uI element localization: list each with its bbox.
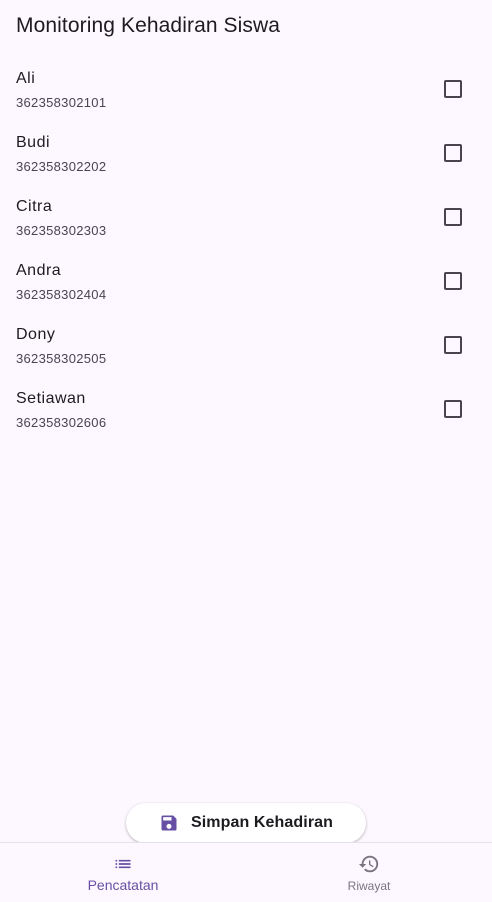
student-nim: 362358302404: [16, 287, 107, 302]
nav-item-riwayat[interactable]: Riwayat: [246, 843, 492, 902]
history-icon: [358, 853, 380, 875]
student-nim: 362358302101: [16, 95, 107, 110]
student-name: Andra: [16, 262, 62, 279]
student-name: Dony: [16, 326, 56, 343]
student-name: Budi: [16, 134, 51, 151]
nav-label: Pencatatan: [87, 877, 159, 893]
list-item[interactable]: Dony 362358302505: [0, 312, 492, 376]
list-item[interactable]: Andra 362358302404: [0, 248, 492, 312]
student-nim: 362358302303: [16, 223, 107, 238]
save-icon: [159, 813, 179, 833]
student-nim: 362358302606: [16, 415, 107, 430]
nav-label: Riwayat: [347, 879, 391, 893]
save-button-label: Simpan Kehadiran: [190, 814, 334, 831]
attendance-checkbox[interactable]: [444, 400, 462, 418]
bottom-navigation: Pencatatan Riwayat: [0, 842, 492, 902]
attendance-checkbox[interactable]: [444, 80, 462, 98]
list-item[interactable]: Citra 362358302303: [0, 184, 492, 248]
attendance-checkbox[interactable]: [444, 144, 462, 162]
student-nim: 362358302202: [16, 159, 107, 174]
nav-item-pencatatan[interactable]: Pencatatan: [0, 843, 246, 902]
list-item[interactable]: Setiawan 362358302606: [0, 376, 492, 440]
page-title: Monitoring Kehadiran Siswa: [16, 14, 281, 37]
attendance-checkbox[interactable]: [444, 336, 462, 354]
save-attendance-button[interactable]: Simpan Kehadiran: [126, 803, 366, 843]
student-nim: 362358302505: [16, 351, 107, 366]
list-icon: [112, 853, 134, 875]
student-list: Ali 362358302101 Budi 362358302202 Citra…: [0, 56, 492, 440]
attendance-checkbox[interactable]: [444, 208, 462, 226]
student-name: Citra: [16, 198, 53, 215]
student-name: Ali: [16, 70, 36, 87]
student-name: Setiawan: [16, 390, 86, 407]
list-item[interactable]: Budi 362358302202: [0, 120, 492, 184]
list-item[interactable]: Ali 362358302101: [0, 56, 492, 120]
attendance-checkbox[interactable]: [444, 272, 462, 290]
